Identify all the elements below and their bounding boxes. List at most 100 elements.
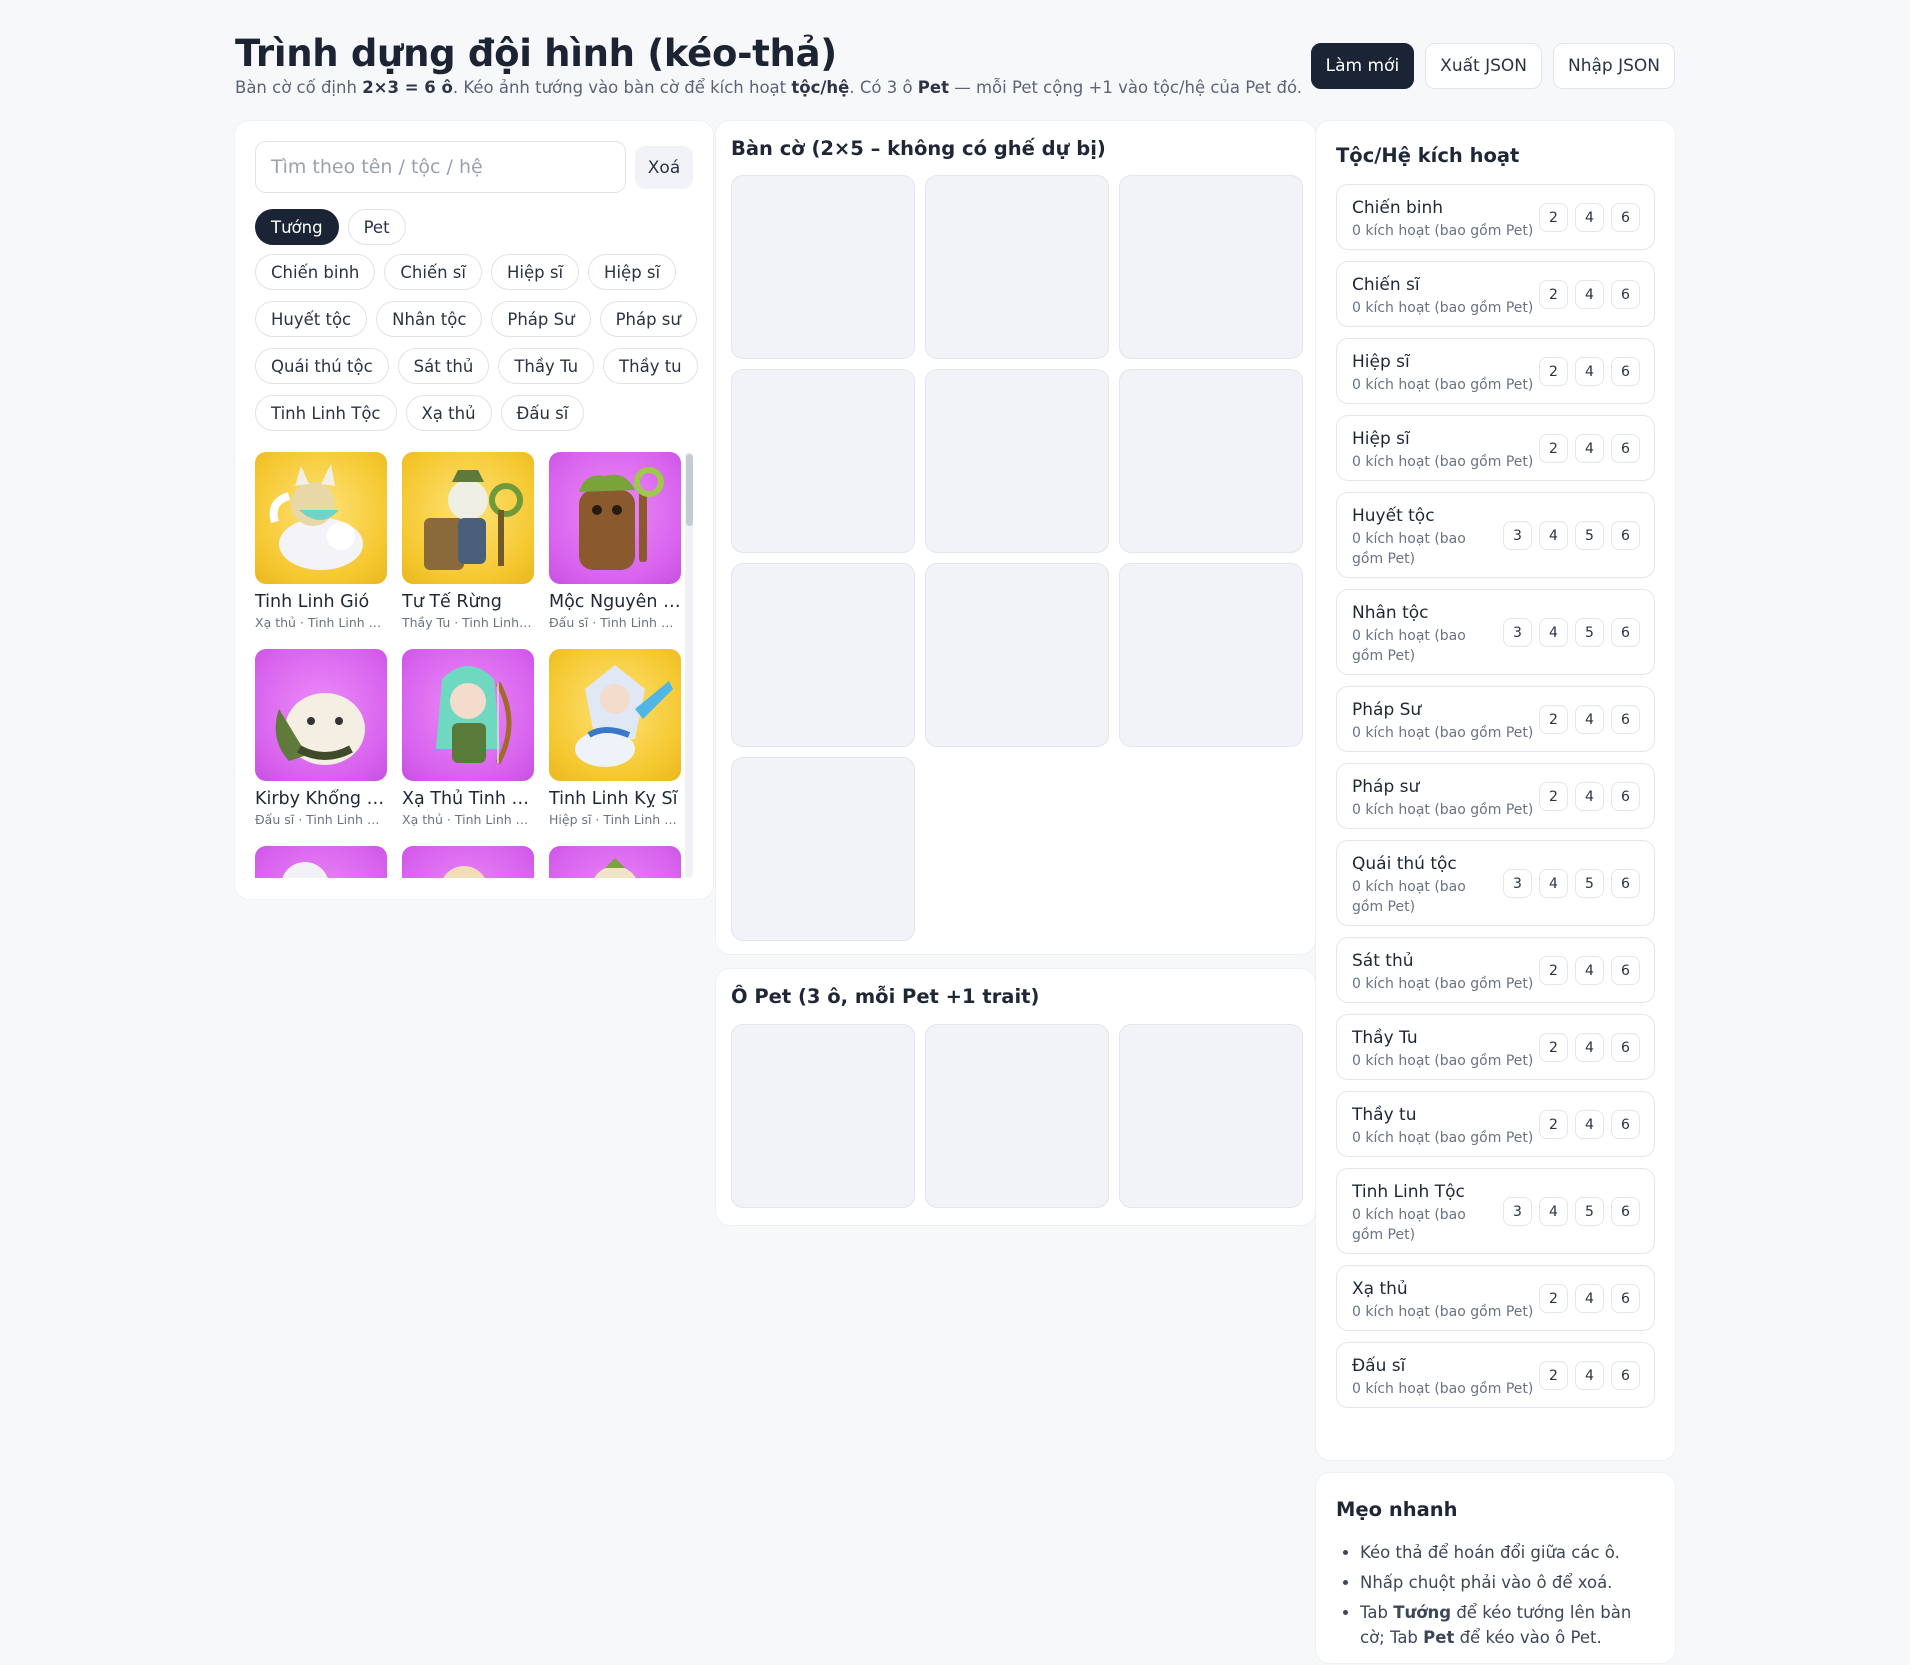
trait-filter-chip[interactable]: Chiến sĩ [384, 254, 482, 290]
trait-filter-chip[interactable]: Tinh Linh Tộc [255, 395, 397, 431]
board-cell[interactable] [731, 563, 915, 747]
trait-breakpoints: 246 [1539, 357, 1640, 386]
trait-count: 0 kích hoạt (bao gồm Pet) [1352, 1304, 1534, 1320]
board-cell[interactable] [731, 369, 915, 553]
trait-name: Thầy Tu [1352, 1028, 1418, 1048]
reset-button[interactable]: Làm mới [1310, 43, 1415, 89]
pet-title: Ô Pet (3 ô, mỗi Pet +1 trait) [731, 985, 1040, 1008]
board-cell[interactable] [925, 175, 1109, 359]
unit-name: Mộc Nguyên Sứ [549, 592, 681, 612]
trait-breakpoint: 6 [1611, 705, 1640, 734]
trait-name: Hiệp sĩ [1352, 352, 1410, 372]
board-cell[interactable] [731, 757, 915, 941]
trait-name: Nhân tộc [1352, 603, 1429, 623]
export-json-button[interactable]: Xuất JSON [1425, 43, 1542, 89]
board-cell[interactable] [731, 175, 915, 359]
trait-count: 0 kích hoạt (bao gồm Pet) [1352, 802, 1534, 818]
subtitle-text: Bàn cờ cố định [235, 78, 363, 97]
trait-breakpoint: 4 [1575, 705, 1604, 734]
trait-filter-chip[interactable]: Pháp Sư [491, 301, 591, 337]
tip-text: Tab [1360, 1603, 1394, 1622]
unit-list-scrollbar-thumb[interactable] [686, 454, 693, 526]
clear-search-button[interactable]: Xoá [635, 146, 693, 189]
trait-count: 0 kích hoạt (bao gồm Pet) [1352, 1053, 1534, 1069]
tip-item: Kéo thả để hoán đổi giữa các ô. [1360, 1540, 1660, 1565]
trait-count: 0 kích hoạt (bao gồm Pet) [1352, 377, 1534, 393]
tip-text: để kéo vào ô Pet. [1454, 1628, 1602, 1647]
trait-breakpoints: 3456 [1503, 1197, 1640, 1226]
unit-card[interactable]: Tinh Linh Kỵ Sĩ Hiệp sĩ · Tinh Linh Tộc [549, 649, 681, 846]
trait-name: Chiến binh [1352, 198, 1444, 218]
trait-count: 0 kích hoạt (bao gồm Pet) [1352, 879, 1466, 915]
board-cell[interactable] [1119, 563, 1303, 747]
trait-name: Chiến sĩ [1352, 275, 1420, 295]
tips-list: Kéo thả để hoán đổi giữa các ô. Nhấp chu… [1360, 1540, 1660, 1655]
unit-list[interactable]: Tinh Linh Gió Xạ thủ · Tinh Linh Tộc Tư Tế… [255, 452, 703, 878]
tab-pets[interactable]: Pet [347, 209, 406, 245]
pet-slot[interactable] [1119, 1024, 1303, 1208]
board-cell[interactable] [1119, 369, 1303, 553]
unit-icon [549, 846, 681, 878]
trait-breakpoint: 4 [1539, 869, 1568, 898]
trait-filter-chip[interactable]: Hiệp sĩ [491, 254, 580, 290]
tip-item: Tab Tướng để kéo tướng lên bàn cờ; Tab P… [1360, 1600, 1660, 1650]
trait-breakpoints: 246 [1539, 1110, 1640, 1139]
trait-breakpoint: 4 [1539, 521, 1568, 550]
trait-breakpoint: 6 [1611, 280, 1640, 309]
unit-grid: Tinh Linh Gió Xạ thủ · Tinh Linh Tộc Tư Tế… [255, 452, 681, 878]
search-input[interactable] [255, 141, 626, 193]
trait-filter-chip[interactable]: Xạ thủ [405, 395, 492, 431]
trait-breakpoint: 2 [1539, 1361, 1568, 1390]
trait-count: 0 kích hoạt (bao gồm Pet) [1352, 1207, 1466, 1243]
page-title: Trình dựng đội hình (kéo-thả) [235, 32, 837, 75]
unit-card[interactable]: Kirby Khổng Lồ Đấu sĩ · Tinh Linh Tộc [255, 649, 387, 846]
trait-row: Tinh Linh Tộc 0 kích hoạt (bao gồm Pet) 3 4… [1336, 1168, 1655, 1254]
trait-filter-chip[interactable]: Quái thú tộc [255, 348, 389, 384]
unit-card[interactable] [549, 846, 681, 878]
unit-card[interactable]: Tư Tế Rừng Thầy Tu · Tinh Linh Tộc [402, 452, 534, 649]
trait-filter-chip[interactable]: Pháp sư [599, 301, 697, 337]
unit-card[interactable]: Tinh Linh Gió Xạ thủ · Tinh Linh Tộc [255, 452, 387, 649]
trait-filter-chip[interactable]: Đấu sĩ [500, 395, 585, 431]
trait-breakpoint: 4 [1575, 357, 1604, 386]
pet-slot[interactable] [731, 1024, 915, 1208]
pet-slot[interactable] [925, 1024, 1109, 1208]
unit-icon [402, 846, 534, 878]
board-cell[interactable] [925, 563, 1109, 747]
trait-breakpoint: 4 [1575, 434, 1604, 463]
search-row: Xoá [255, 141, 695, 193]
tips-panel: Mẹo nhanh Kéo thả để hoán đổi giữa các ô… [1316, 1473, 1675, 1663]
trait-filter-chip[interactable]: Chiến binh [255, 254, 376, 290]
unit-card[interactable]: Xạ Thủ Tinh Linh Xạ thủ · Tinh Linh Tộc [402, 649, 534, 846]
trait-breakpoint: 6 [1611, 869, 1640, 898]
trait-filter-chip[interactable]: Huyết tộc [255, 301, 368, 337]
trait-breakpoint: 6 [1611, 357, 1640, 386]
import-json-button[interactable]: Nhập JSON [1552, 43, 1675, 89]
trait-row: Pháp Sư 0 kích hoạt (bao gồm Pet) 2 4 6 [1336, 686, 1655, 752]
board-grid [731, 175, 1303, 941]
unit-card[interactable] [402, 846, 534, 878]
trait-count: 0 kích hoạt (bao gồm Pet) [1352, 628, 1466, 664]
trait-filter-chip[interactable]: Nhân tộc [376, 301, 483, 337]
trait-row: Chiến binh 0 kích hoạt (bao gồm Pet) 2 4 6 [1336, 184, 1655, 250]
trait-breakpoint: 2 [1539, 956, 1568, 985]
trait-filter-chip[interactable]: Thầy tu [603, 348, 698, 384]
trait-filter-chip[interactable]: Hiệp sĩ [588, 254, 677, 290]
trait-breakpoint: 6 [1611, 1361, 1640, 1390]
trait-breakpoint: 3 [1503, 521, 1532, 550]
trait-breakpoint: 6 [1611, 1110, 1640, 1139]
trait-filter-chip[interactable]: Thầy Tu [498, 348, 595, 384]
board-panel: Bàn cờ (2×5 – không có ghế dự bị) [716, 121, 1315, 954]
subtitle-bold: tộc/hệ [791, 78, 850, 97]
trait-filter-chip[interactable]: Sát thủ [397, 348, 490, 384]
trait-row: Thầy tu 0 kích hoạt (bao gồm Pet) 2 4 6 [1336, 1091, 1655, 1157]
trait-breakpoint: 3 [1503, 1197, 1532, 1226]
unit-card[interactable] [255, 846, 387, 878]
tab-champions[interactable]: Tướng [255, 209, 339, 245]
board-cell[interactable] [1119, 175, 1303, 359]
trait-breakpoints: 246 [1539, 956, 1640, 985]
unit-card[interactable]: Mộc Nguyên Sứ Đấu sĩ · Tinh Linh Tộc [549, 452, 681, 649]
trait-breakpoint: 2 [1539, 1284, 1568, 1313]
board-cell[interactable] [925, 369, 1109, 553]
trait-name: Huyết tộc [1352, 506, 1435, 526]
